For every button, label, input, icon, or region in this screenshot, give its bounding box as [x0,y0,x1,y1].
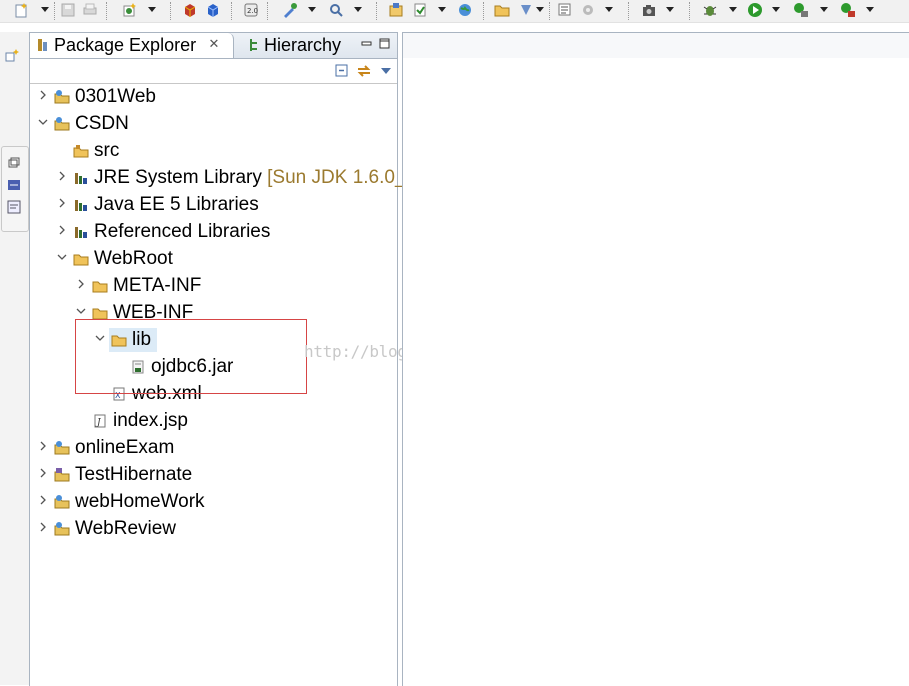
box-icon[interactable] [182,2,198,18]
chevron-down-icon[interactable] [772,7,780,12]
java-project-icon [54,468,70,482]
tree-item-label: src [94,140,120,161]
chevron-right-icon[interactable] [56,224,68,236]
chevron-down-icon[interactable] [536,7,544,12]
open-folder-icon[interactable] [494,2,510,18]
stop-tool-icon[interactable] [840,2,856,18]
tree-item-label: Referenced Libraries [94,221,271,242]
chevron-down-icon[interactable] [820,7,828,12]
library-icon [75,227,87,238]
server-config-icon[interactable]: 2.0 [243,2,259,18]
view-menu-icon[interactable] [381,68,391,74]
minimize-icon[interactable] [360,37,374,51]
chevron-down-icon[interactable] [37,116,49,128]
debug-icon[interactable] [702,2,718,18]
web-project-icon [54,117,70,131]
outline-view-icon[interactable] [6,177,22,193]
editor-area[interactable] [402,32,909,686]
tab-label: Package Explorer [54,35,197,55]
camera-icon[interactable] [641,2,657,18]
chevron-down-icon[interactable] [148,7,156,12]
chevron-down-icon[interactable] [56,251,68,263]
task-list-icon[interactable] [518,2,534,18]
chevron-down-icon[interactable] [308,7,316,12]
run-icon[interactable] [747,2,763,18]
cube-icon[interactable] [205,2,221,18]
tree-item-label: onlineExam [75,437,175,458]
chevron-down-icon[interactable] [354,7,362,12]
view-toolbar [30,59,397,84]
search-gear-icon[interactable] [557,2,573,18]
save-icon[interactable] [60,2,76,18]
restore-icon[interactable] [6,155,22,171]
web-project-icon [54,441,70,455]
library-icon [75,173,87,184]
chevron-down-icon[interactable] [41,7,49,12]
tree-item-label: 0301Web [75,86,156,107]
chevron-right-icon[interactable] [56,170,68,182]
open-folder-icon [73,254,89,266]
svg-text:2.0: 2.0 [247,7,258,15]
deploy-icon[interactable] [282,2,298,18]
tree-item-label: META-INF [113,275,202,296]
tab-package-explorer[interactable]: Package Explorer ✕ [30,33,234,58]
tree-item-label: WebReview [75,518,177,539]
external-tools-icon[interactable] [580,2,596,18]
left-trim-bar [0,32,29,685]
tree-item-label: index.jsp [113,410,188,431]
run-config-icon[interactable] [793,2,809,18]
close-icon[interactable]: ✕ [207,37,221,51]
source-folder-icon [73,145,89,158]
hierarchy-icon [250,39,257,51]
jsp-file-icon: J [94,414,106,428]
jar-icon[interactable] [412,2,428,18]
chevron-right-icon[interactable] [37,467,49,479]
package-explorer-icon [38,39,47,51]
tree-item-label: JRE System Library [Sun JDK 1.6.0_1 [94,167,417,188]
chevron-right-icon[interactable] [37,494,49,506]
chevron-right-icon[interactable] [37,89,49,101]
chevron-right-icon[interactable] [75,278,87,290]
chevron-right-icon[interactable] [37,440,49,452]
new-class-wizard-icon[interactable] [122,2,138,18]
chevron-down-icon[interactable] [866,7,874,12]
link-with-editor-icon[interactable] [356,63,372,79]
globe-icon[interactable] [457,2,473,18]
chevron-down-icon[interactable] [605,7,613,12]
new-wizard-icon[interactable] [14,2,30,18]
project-icon[interactable] [388,2,404,18]
highlight-annotation-box [75,319,307,394]
chevron-down-icon[interactable] [666,7,674,12]
web-project-icon [54,90,70,104]
tab-label: Hierarchy [264,35,342,55]
trimmed-views-stack [1,146,29,232]
web-project-icon [54,495,70,509]
folder-icon [92,281,108,293]
print-icon[interactable] [82,2,98,18]
view-tab-strip: Package Explorer ✕ Hierarchy [30,33,397,59]
tree-item-label: CSDN [75,113,129,134]
restore-view-icon[interactable] [4,48,20,64]
tree-item-label: webHomeWork [75,491,205,512]
editor-tab-strip [403,33,909,58]
web-project-icon [54,522,70,536]
browse-icon[interactable] [328,2,344,18]
tree-item-label: WebRoot [94,248,173,269]
maximize-icon[interactable] [378,37,392,51]
jre-decoration-text: [Sun JDK 1.6.0_1 [267,167,417,188]
chevron-down-icon[interactable] [729,7,737,12]
collapse-all-icon[interactable] [334,63,350,79]
chevron-right-icon[interactable] [56,197,68,209]
tree-item-label: TestHibernate [75,464,193,485]
console-view-icon[interactable] [6,199,22,215]
chevron-down-icon[interactable] [75,305,87,317]
chevron-right-icon[interactable] [37,521,49,533]
chevron-down-icon[interactable] [438,7,446,12]
main-toolbar: 2.0 [0,0,909,23]
library-icon [75,200,87,211]
tab-hierarchy[interactable]: Hierarchy [236,33,370,58]
tree-item-label: Java EE 5 Libraries [94,194,259,215]
